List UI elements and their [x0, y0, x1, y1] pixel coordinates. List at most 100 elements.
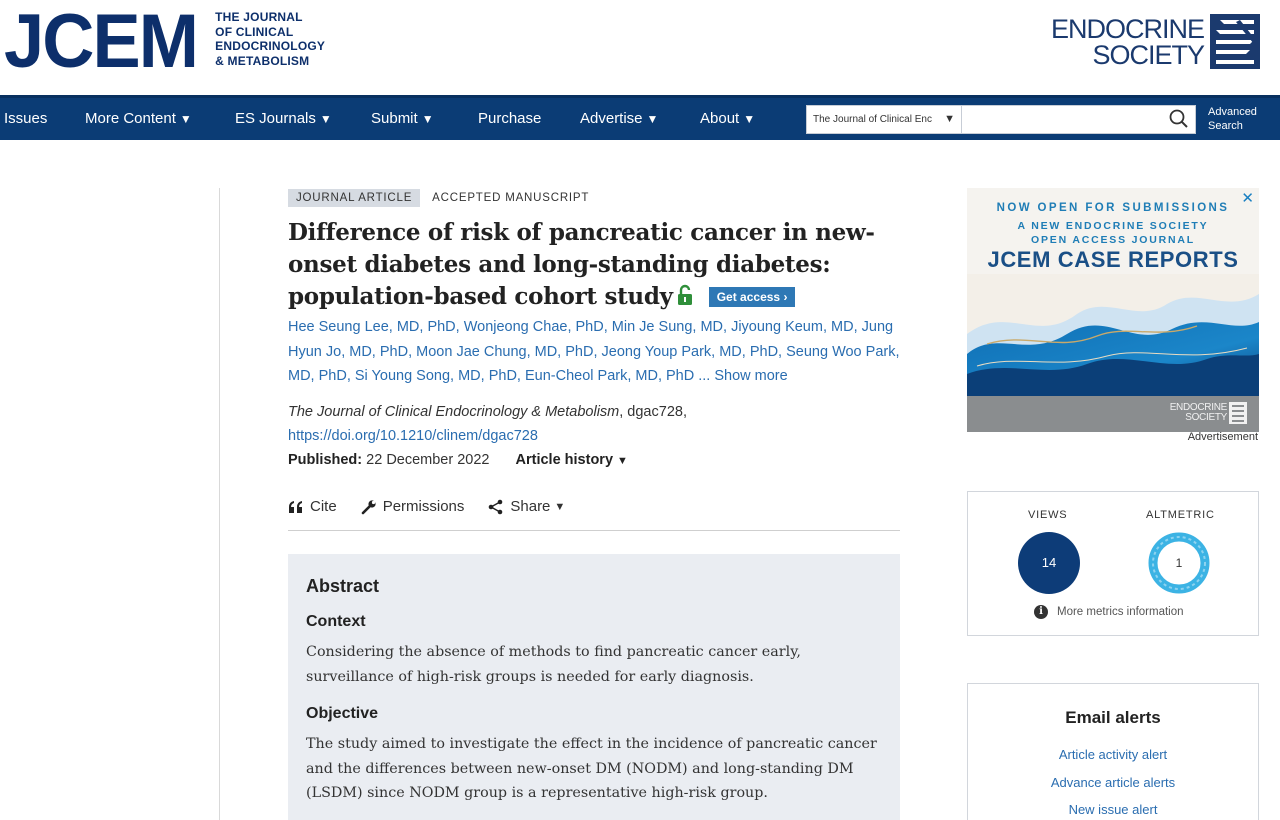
altmetric-donut[interactable]: 1: [1148, 532, 1210, 594]
search-scope-value: The Journal of Clinical Enc: [813, 114, 932, 125]
author-link[interactable]: Wonjeong Chae, PhD: [464, 319, 604, 335]
article-tools: Cite Permissions Share ▼: [288, 495, 900, 519]
ad-line: A NEW ENDOCRINE SOCIETY: [1017, 220, 1209, 232]
jcem-logo-word: JCEM: [4, 0, 199, 84]
ad-headline: JCEM CASE REPORTS: [987, 247, 1239, 272]
article-status: ACCEPTED MANUSCRIPT: [432, 192, 590, 204]
abstract-section-text: Considering the absence of methods to fi…: [306, 644, 801, 685]
nav-advertise[interactable]: Advertise ▼: [580, 98, 658, 140]
ad-line: NOW OPEN FOR SUBMISSIONS: [996, 202, 1230, 214]
society-line-1: ENDOCRINE: [1050, 13, 1205, 44]
permissions-label: Permissions: [382, 498, 465, 515]
published-label: Published:: [288, 451, 363, 468]
author-link[interactable]: Eun-Cheol Park, MD, PhD: [525, 368, 694, 384]
advanced-search-line: Search: [1208, 120, 1243, 132]
nav-label: About: [700, 110, 740, 127]
search-input[interactable]: [962, 105, 1196, 134]
cite-button[interactable]: Cite: [288, 498, 337, 515]
nav-label: Purchase: [478, 110, 542, 127]
more-metrics-label: More metrics information: [1057, 606, 1184, 618]
nav-label: Submit: [371, 110, 418, 127]
advertisement-label: Advertisement: [1187, 431, 1258, 443]
article-header: JOURNAL ARTICLE ACCEPTED MANUSCRIPT Diff…: [288, 188, 900, 531]
logo-sub-line: & METABOLISM: [215, 53, 310, 68]
altmetric-score: 1: [1175, 556, 1183, 570]
search-scope-select[interactable]: The Journal of Clinical Enc ▼: [806, 105, 962, 134]
quote-icon: [289, 500, 302, 513]
info-icon: i: [1034, 605, 1048, 619]
author-link[interactable]: Jiyoung Keum, MD: [731, 319, 854, 335]
ad-artwork: [967, 274, 1259, 398]
logo-sub-line: THE JOURNAL: [215, 10, 303, 24]
caret-down-icon: ▼: [421, 112, 434, 126]
views-count-badge: 14: [1018, 532, 1080, 594]
jcem-logo-subtitle: THE JOURNAL OF CLINICAL ENDOCRINOLOGY & …: [215, 10, 325, 68]
author-list: Hee Seung Lee, MD, PhD, Wonjeong Chae, P…: [288, 319, 900, 384]
caret-down-icon: ▼: [944, 113, 955, 125]
ad-footer-line: SOCIETY: [1185, 412, 1227, 423]
share-icon: [489, 499, 503, 514]
nav-purchase[interactable]: Purchase: [478, 98, 541, 140]
new-issue-alert-link[interactable]: New issue alert: [968, 802, 1258, 817]
author-link[interactable]: Si Young Song, MD, PhD: [355, 368, 517, 384]
nav-label: More Content: [85, 110, 176, 127]
caret-down-icon: ▼: [179, 112, 192, 126]
caret-down-icon: ▼: [646, 112, 659, 126]
advertisement-banner[interactable]: ✕ NOW OPEN FOR SUBMISSIONS A NEW ENDOCRI…: [967, 188, 1259, 432]
search-icon[interactable]: [1166, 107, 1192, 131]
author-link[interactable]: Jeong Youp Park, MD, PhD: [602, 344, 779, 360]
altmetric-label: ALTMETRIC: [1146, 509, 1215, 521]
advance-article-alerts-link[interactable]: Advance article alerts: [968, 775, 1258, 790]
citation-line: The Journal of Clinical Endocrinology & …: [288, 400, 900, 448]
advanced-search-link[interactable]: Advanced Search: [1208, 105, 1257, 133]
share-label: Share: [510, 498, 551, 515]
author-link[interactable]: Min Je Sung, MD: [612, 319, 723, 335]
abstract-section-heading: Context: [306, 613, 366, 630]
nav-label: ES Journals: [235, 110, 316, 127]
endocrine-society-mark-icon: [1229, 402, 1247, 424]
wrench-icon: [361, 499, 376, 514]
publication-line: Published: 22 December 2022 Article hist…: [288, 448, 900, 473]
published-date: 22 December 2022: [366, 451, 490, 468]
article-id: , dgac728,: [619, 403, 687, 420]
nav-es-journals[interactable]: ES Journals ▼: [235, 98, 332, 140]
caret-down-icon: ▼: [554, 500, 566, 513]
more-metrics-link[interactable]: i More metrics information: [1034, 605, 1184, 619]
share-button[interactable]: Share ▼: [488, 498, 565, 515]
tools-divider: [288, 529, 900, 531]
get-access-button[interactable]: Get access ›: [708, 287, 796, 307]
chevron-right-icon: ›: [783, 290, 788, 304]
jcem-logo[interactable]: JCEM THE JOURNAL OF CLINICAL ENDOCRINOLO…: [4, 0, 325, 84]
permissions-button[interactable]: Permissions: [361, 498, 465, 515]
nav-label: Advertise: [580, 110, 643, 127]
email-alerts-title: Email alerts: [1065, 708, 1161, 727]
article-type-badge: JOURNAL ARTICLE: [288, 189, 421, 207]
open-lock-icon: [677, 284, 692, 305]
email-alerts-panel: Email alerts Article activity alert Adva…: [967, 683, 1259, 820]
caret-down-icon: ▼: [617, 454, 628, 467]
article-activity-alert-link[interactable]: Article activity alert: [968, 747, 1258, 762]
ad-subline: A NEW ENDOCRINE SOCIETY OPEN ACCESS JOUR…: [967, 219, 1259, 247]
article-history-toggle[interactable]: Article history ▼: [516, 452, 628, 468]
doi-link[interactable]: https://doi.org/10.1210/clinem/dgac728: [288, 428, 538, 444]
logo-sub-line: OF CLINICAL: [215, 24, 294, 39]
article-badges: JOURNAL ARTICLE ACCEPTED MANUSCRIPT: [288, 188, 900, 208]
article-title: Difference of risk of pancreatic cancer …: [288, 217, 900, 313]
left-column-divider: [219, 188, 220, 820]
show-more-authors-link[interactable]: ... Show more: [698, 368, 787, 384]
ad-line: OPEN ACCESS JOURNAL: [1031, 234, 1195, 246]
caret-down-icon: ▼: [743, 112, 756, 126]
abstract-panel: Abstract Context Considering the absence…: [288, 554, 900, 820]
endocrine-society-logo[interactable]: ENDOCRINE SOCIETY: [1051, 14, 1260, 69]
journal-name: The Journal of Clinical Endocrinology & …: [288, 403, 620, 420]
endocrine-society-mark-icon: [1210, 14, 1260, 69]
main-navigation: Issues More Content ▼ ES Journals ▼ Submit…: [0, 95, 1280, 140]
nav-more-content[interactable]: More Content ▼: [85, 98, 192, 140]
nav-label: Issues: [4, 110, 48, 127]
nav-about[interactable]: About ▼: [700, 98, 755, 140]
author-link[interactable]: Hee Seung Lee, MD, PhD: [288, 319, 456, 335]
nav-issues[interactable]: Issues: [4, 98, 47, 140]
cite-label: Cite: [310, 498, 337, 515]
author-link[interactable]: Moon Jae Chung, MD, PhD: [416, 344, 593, 360]
nav-submit[interactable]: Submit ▼: [371, 98, 434, 140]
